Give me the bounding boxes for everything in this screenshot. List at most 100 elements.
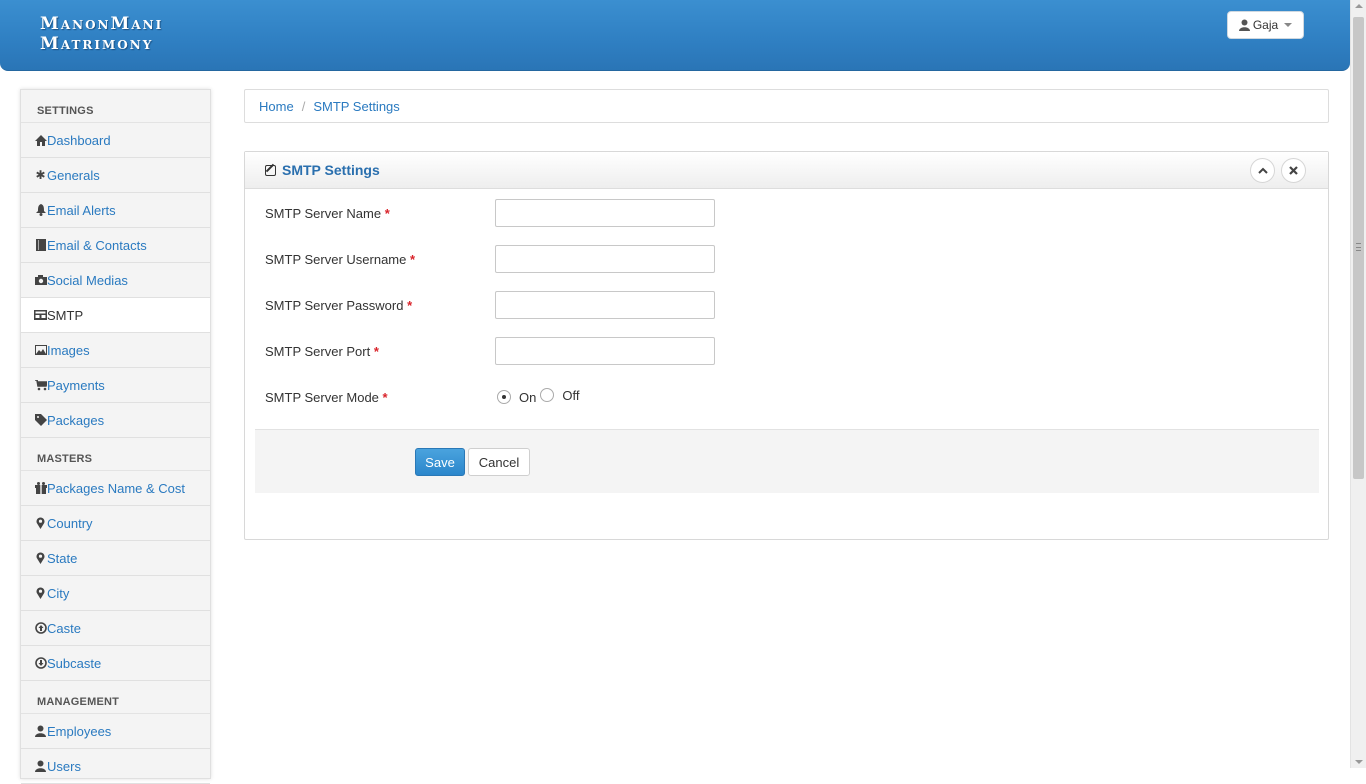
collapse-button[interactable] <box>1250 158 1275 183</box>
server-mode-radio-group: On Off <box>495 388 579 405</box>
panel-title: SMTP Settings <box>265 162 380 178</box>
required-marker: * <box>409 251 416 267</box>
circle-arrow-up-icon <box>34 622 47 634</box>
sidebar-item-label: Payments <box>47 377 105 393</box>
sidebar-item-label: Subcaste <box>47 655 102 671</box>
circle-arrow-down-icon <box>34 657 47 669</box>
user-icon <box>34 725 47 737</box>
sidebar-item-dashboard[interactable]: Dashboard <box>21 123 210 158</box>
scroll-thumb[interactable] <box>1353 17 1364 479</box>
home-icon <box>34 134 47 146</box>
form-row-server-name: SMTP Server Name * <box>265 199 725 227</box>
chevron-down-icon <box>1284 23 1293 27</box>
sidebar-item-country[interactable]: Country <box>21 506 210 541</box>
sidebar-item-label: Users <box>47 758 81 774</box>
required-marker: * <box>384 205 390 221</box>
map-marker-icon <box>34 587 47 599</box>
sidebar-item-email-alerts[interactable]: Email Alerts <box>21 193 210 228</box>
breadcrumb: Home / SMTP Settings <box>244 89 1329 123</box>
server-port-input[interactable] <box>495 337 715 365</box>
server-username-input[interactable] <box>495 245 715 273</box>
close-panel-button[interactable] <box>1281 158 1306 183</box>
close-icon <box>1289 166 1298 175</box>
cancel-button[interactable]: Cancel <box>468 448 530 476</box>
sidebar-item-label: City <box>47 585 70 601</box>
sidebar-item-label: Country <box>47 515 93 531</box>
sidebar-item-subcaste[interactable]: Subcaste <box>21 646 210 681</box>
sidebar-item-city[interactable]: City <box>21 576 210 611</box>
chevron-up-icon <box>1257 167 1268 174</box>
form-row-server-port: SMTP Server Port * <box>265 337 725 365</box>
gear-icon: ✱ <box>35 168 46 182</box>
sidebar-item-employees[interactable]: Employees <box>21 714 210 749</box>
book-icon <box>34 239 47 251</box>
sidebar-item-label: Packages Name & Cost <box>47 480 186 496</box>
sidebar-item-social-medias[interactable]: Social Medias <box>21 263 210 298</box>
logo-line-2: Matrimony <box>40 34 154 54</box>
breadcrumb-separator: / <box>301 98 306 114</box>
sidebar-item-users[interactable]: Users <box>21 749 210 784</box>
user-name: Gaja <box>1252 18 1279 32</box>
camera-icon <box>34 275 47 285</box>
sidebar-item-images[interactable]: Images <box>21 333 210 368</box>
server-password-input[interactable] <box>495 291 715 319</box>
server-username-label: SMTP Server Username * <box>265 252 495 267</box>
scroll-down-arrow-icon[interactable] <box>1355 760 1363 764</box>
mode-on-label[interactable]: On <box>519 390 536 405</box>
picture-icon <box>34 345 47 355</box>
cart-icon <box>34 379 47 391</box>
sidebar-section-settings: SETTINGS <box>21 90 210 123</box>
sidebar-item-packages[interactable]: Packages <box>21 403 210 438</box>
sidebar-item-label: Generals <box>47 167 100 183</box>
sidebar-item-label: Social Medias <box>47 272 128 288</box>
label-text: SMTP Server Name <box>265 205 382 221</box>
server-password-label: SMTP Server Password * <box>265 298 495 313</box>
site-logo[interactable]: ManonMani Matrimony <box>40 14 163 54</box>
breadcrumb-home-link[interactable]: Home <box>259 99 294 114</box>
sidebar-item-label: State <box>47 550 78 566</box>
inbox-icon <box>34 310 47 320</box>
breadcrumb-current[interactable]: SMTP Settings <box>313 99 399 114</box>
server-mode-label: SMTP Server Mode * <box>265 390 495 405</box>
sidebar-item-state[interactable]: State <box>21 541 210 576</box>
sidebar-item-label: Email & Contacts <box>47 237 147 253</box>
sidebar-item-smtp[interactable]: SMTP <box>21 298 210 333</box>
mode-off-radio[interactable] <box>540 388 555 402</box>
top-header: ManonMani Matrimony Gaja <box>0 0 1350 71</box>
label-text: SMTP Server Port <box>265 343 371 359</box>
edit-icon <box>265 164 276 176</box>
label-text: SMTP Server Username <box>265 251 407 267</box>
bell-icon <box>34 204 47 216</box>
required-marker: * <box>373 343 379 359</box>
sidebar-item-generals[interactable]: ✱ Generals <box>21 158 210 193</box>
page-scrollbar[interactable] <box>1350 0 1366 768</box>
form-row-server-password: SMTP Server Password * <box>265 291 725 319</box>
sidebar-item-packages-name-cost[interactable]: Packages Name & Cost <box>21 471 210 506</box>
save-button[interactable]: Save <box>415 448 465 476</box>
user-menu-button[interactable]: Gaja <box>1227 11 1304 39</box>
grip-icon <box>1356 243 1361 251</box>
sidebar-item-label: Caste <box>47 620 81 636</box>
form-actions: Save Cancel <box>255 429 1319 493</box>
form-row-server-username: SMTP Server Username * <box>265 245 725 273</box>
mode-on-radio[interactable] <box>497 390 511 404</box>
sidebar-item-label: Email Alerts <box>47 202 116 218</box>
server-name-input[interactable] <box>495 199 715 227</box>
panel-title-text: SMTP Settings <box>282 162 380 178</box>
required-marker: * <box>407 297 413 313</box>
logo-line-1: ManonMani <box>40 14 164 34</box>
scroll-up-arrow-icon[interactable] <box>1355 4 1363 8</box>
sidebar-item-label: Images <box>47 342 90 358</box>
label-text: SMTP Server Mode <box>265 389 379 405</box>
user-icon <box>34 760 47 772</box>
gift-icon <box>34 482 47 494</box>
sidebar-section-masters: MASTERS <box>21 438 210 471</box>
mode-off-label[interactable]: Off <box>562 388 579 403</box>
sidebar-item-caste[interactable]: Caste <box>21 611 210 646</box>
smtp-settings-panel: SMTP Settings SMTP Server Name * SMTP Se… <box>244 151 1329 540</box>
sidebar-item-payments[interactable]: Payments <box>21 368 210 403</box>
label-text: SMTP Server Password <box>265 297 404 313</box>
server-port-label: SMTP Server Port * <box>265 344 495 359</box>
sidebar-item-email-contacts[interactable]: Email & Contacts <box>21 228 210 263</box>
sidebar-section-management: MANAGEMENT <box>21 681 210 714</box>
